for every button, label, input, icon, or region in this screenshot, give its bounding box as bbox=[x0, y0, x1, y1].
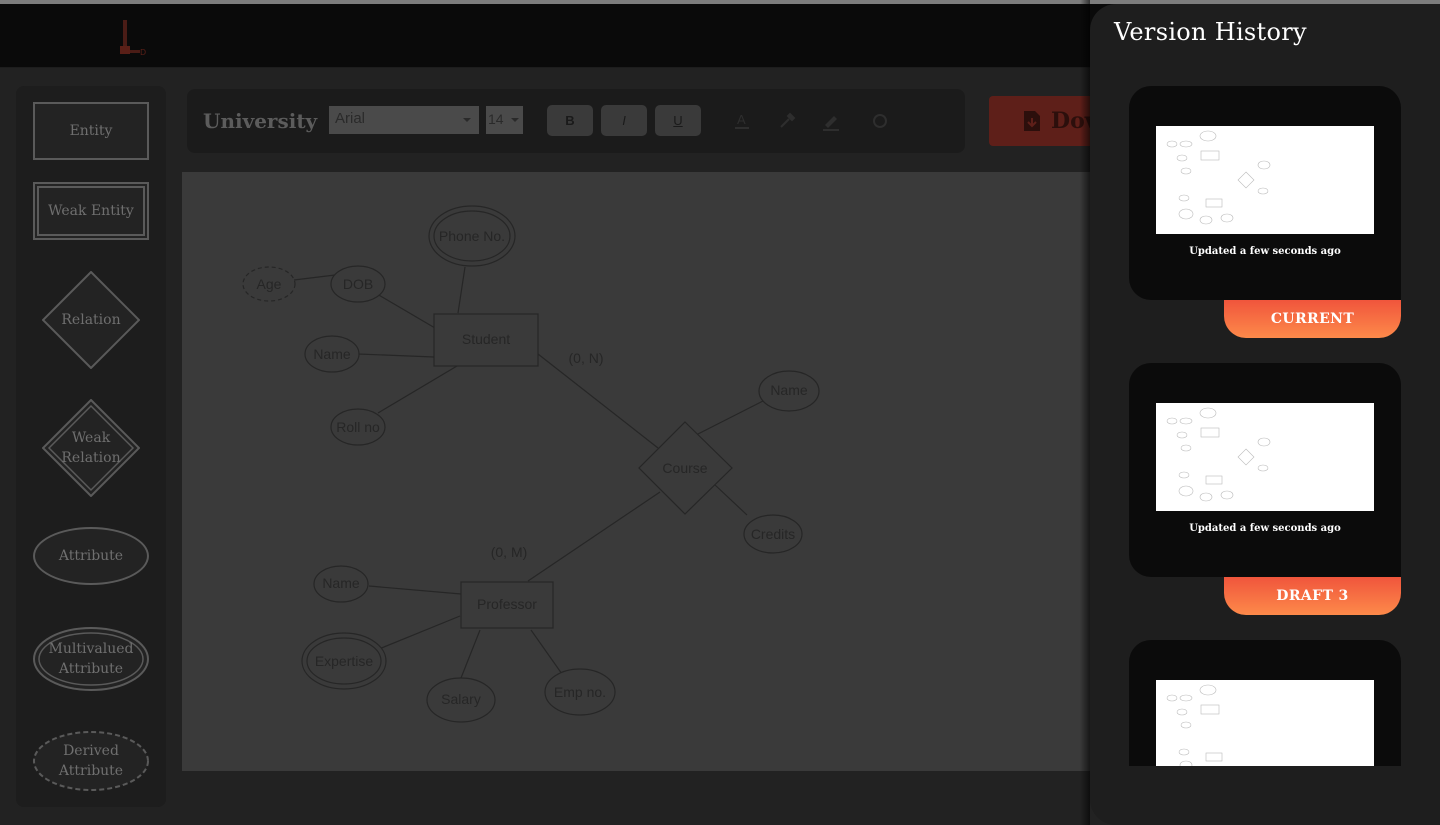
shape-palette: Entity Weak Entity Relation Weak Relatio… bbox=[16, 86, 166, 807]
entity-student[interactable]: Student bbox=[462, 331, 510, 347]
palette-entity-label: Entity bbox=[69, 123, 113, 139]
version-card[interactable]: Updated a few seconds ago bbox=[1129, 86, 1401, 300]
version-history-title: Version History bbox=[1114, 18, 1307, 46]
palette-weak-relation-label: Weak Relation bbox=[61, 430, 121, 466]
palette-attribute-label: Attribute bbox=[58, 548, 124, 564]
palette-multivalued-label: Multivalued Attribute bbox=[48, 641, 134, 677]
palette-weak-entity-label: Weak Entity bbox=[48, 203, 134, 219]
svg-text:A: A bbox=[737, 112, 746, 127]
attr-phone-no[interactable]: Phone No. bbox=[439, 228, 505, 244]
app-root: D Entity Weak Entity Relation Weak Relat… bbox=[0, 0, 1440, 825]
palette-relation[interactable]: Relation bbox=[42, 271, 140, 369]
reset-icon[interactable] bbox=[870, 111, 890, 131]
attr-credits[interactable]: Credits bbox=[751, 526, 795, 542]
attr-age[interactable]: Age bbox=[257, 276, 282, 292]
editor-toolbar: University Arial 14 B I U A bbox=[187, 89, 965, 153]
attr-salary[interactable]: Salary bbox=[441, 691, 481, 707]
palette-relation-label: Relation bbox=[61, 312, 121, 328]
palette-entity[interactable]: Entity bbox=[33, 102, 149, 160]
version-history-panel: Version History Updated a few seconds ag… bbox=[1090, 4, 1440, 825]
eyedropper-icon[interactable] bbox=[777, 111, 797, 131]
entity-professor[interactable]: Professor bbox=[477, 596, 537, 612]
text-color-icon[interactable]: A bbox=[732, 111, 752, 131]
document-title[interactable]: University bbox=[203, 109, 317, 133]
attr-expertise[interactable]: Expertise bbox=[315, 653, 374, 669]
file-download-icon bbox=[1024, 111, 1040, 131]
version-thumbnail bbox=[1156, 680, 1374, 766]
er-diagram: Phone No. Age DOB Student Name Roll no (… bbox=[242, 205, 820, 723]
diagram-canvas[interactable]: Phone No. Age DOB Student Name Roll no (… bbox=[182, 172, 1090, 771]
diagram-thumbnail-icon bbox=[1166, 407, 1271, 502]
attr-course-name[interactable]: Name bbox=[770, 382, 808, 398]
svg-text:D: D bbox=[140, 48, 146, 57]
cardinality-student[interactable]: (0, N) bbox=[569, 350, 604, 366]
attr-dob[interactable]: DOB bbox=[343, 276, 373, 292]
cardinality-professor[interactable]: (0, M) bbox=[491, 544, 528, 560]
underline-button[interactable]: U bbox=[655, 105, 701, 136]
panel-shadow bbox=[1080, 0, 1090, 825]
chevron-down-icon bbox=[511, 118, 519, 122]
attr-emp-no[interactable]: Emp no. bbox=[554, 684, 606, 700]
attr-student-name[interactable]: Name bbox=[313, 346, 351, 362]
draft-version-badge[interactable]: DRAFT 3 bbox=[1224, 577, 1401, 615]
attr-roll-no[interactable]: Roll no bbox=[336, 419, 380, 435]
italic-button[interactable]: I bbox=[601, 105, 647, 136]
diagram-thumbnail-icon bbox=[1166, 684, 1223, 766]
version-thumbnail bbox=[1156, 126, 1374, 234]
palette-weak-entity[interactable]: Weak Entity bbox=[33, 182, 149, 240]
attr-professor-name[interactable]: Name bbox=[322, 575, 360, 591]
relation-course[interactable]: Course bbox=[662, 460, 707, 476]
highlighter-icon[interactable] bbox=[821, 111, 841, 131]
version-updated-text: Updated a few seconds ago bbox=[1189, 523, 1341, 534]
current-version-badge[interactable]: CURRENT bbox=[1224, 300, 1401, 338]
version-card[interactable] bbox=[1129, 640, 1401, 766]
bold-button[interactable]: B bbox=[547, 105, 593, 136]
version-list[interactable]: Updated a few seconds ago CURRENT Update… bbox=[1090, 84, 1440, 766]
palette-derived-label: Derived Attribute bbox=[58, 743, 124, 779]
diagram-thumbnail-icon bbox=[1166, 130, 1271, 225]
palette-derived-attribute[interactable]: Derived Attribute bbox=[33, 731, 149, 791]
font-size-select[interactable]: 14 bbox=[486, 106, 523, 134]
palette-weak-relation[interactable]: Weak Relation bbox=[42, 399, 140, 497]
font-size-value: 14 bbox=[488, 111, 504, 127]
chevron-down-icon bbox=[463, 118, 471, 122]
font-family-select[interactable]: Arial bbox=[329, 106, 479, 134]
palette-attribute[interactable]: Attribute bbox=[33, 527, 149, 585]
version-updated-text: Updated a few seconds ago bbox=[1189, 246, 1341, 257]
font-family-value: Arial bbox=[335, 110, 366, 127]
version-thumbnail bbox=[1156, 403, 1374, 511]
palette-multivalued-attribute[interactable]: Multivalued Attribute bbox=[33, 627, 149, 691]
logo-icon[interactable]: D bbox=[116, 16, 152, 58]
version-card[interactable]: Updated a few seconds ago bbox=[1129, 363, 1401, 577]
